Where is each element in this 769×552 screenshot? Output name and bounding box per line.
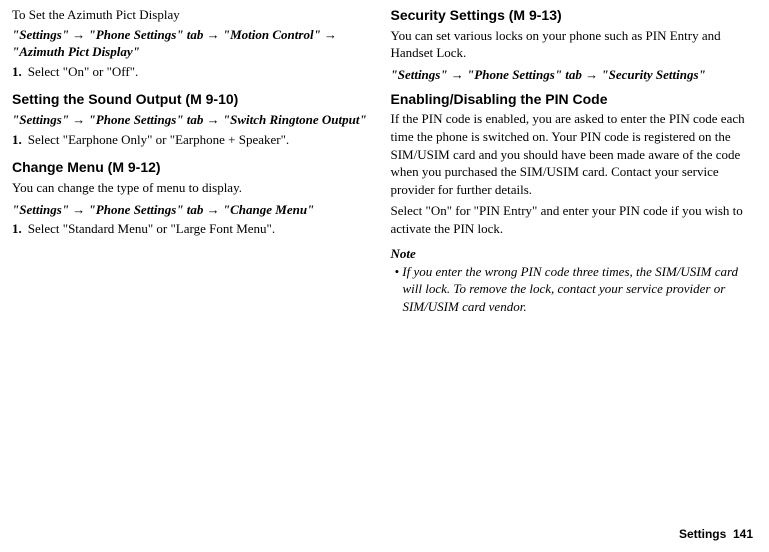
sound-step-text: Select "Earphone Only" or "Earphone + Sp… xyxy=(28,132,289,147)
menu-step-num: 1. xyxy=(12,221,28,236)
azimuth-step: 1.Select "On" or "Off". xyxy=(12,63,371,81)
pin-para-1: If the PIN code is enabled, you are aske… xyxy=(391,110,758,198)
page-footer: Settings 141 xyxy=(679,526,753,542)
sound-path: "Settings" → "Phone Settings" tab → "Swi… xyxy=(12,111,371,129)
azimuth-path: "Settings" → "Phone Settings" tab → "Mot… xyxy=(12,26,371,61)
sound-title: Setting the Sound Output xyxy=(12,91,182,107)
menu-title: Change Menu xyxy=(12,159,104,175)
menu-step: 1.Select "Standard Menu" or "Large Font … xyxy=(12,220,371,238)
sound-heading: Setting the Sound Output (M 9-10) xyxy=(12,90,371,109)
menu-path: "Settings" → "Phone Settings" tab → "Cha… xyxy=(12,201,371,219)
right-column: Security Settings (M 9-13) You can set v… xyxy=(385,6,758,315)
note-body: • If you enter the wrong PIN code three … xyxy=(391,263,758,316)
security-title: Security Settings xyxy=(391,7,505,23)
left-column: To Set the Azimuth Pict Display "Setting… xyxy=(12,6,385,315)
azimuth-step-num: 1. xyxy=(12,64,28,79)
security-intro: You can set various locks on your phone … xyxy=(391,27,758,62)
azimuth-title: To Set the Azimuth Pict Display xyxy=(12,6,371,24)
sound-step-num: 1. xyxy=(12,132,28,147)
menu-heading: Change Menu (M 9-12) xyxy=(12,158,371,177)
security-heading: Security Settings (M 9-13) xyxy=(391,6,758,25)
sound-step: 1.Select "Earphone Only" or "Earphone + … xyxy=(12,131,371,149)
pin-heading: Enabling/Disabling the PIN Code xyxy=(391,90,758,109)
security-path: "Settings" → "Phone Settings" tab → "Sec… xyxy=(391,66,758,84)
page: To Set the Azimuth Pict Display "Setting… xyxy=(0,0,769,315)
sound-mtag: (M 9-10) xyxy=(185,91,238,107)
menu-mtag: (M 9-12) xyxy=(108,159,161,175)
pin-para-2: Select "On" for "PIN Entry" and enter yo… xyxy=(391,202,758,237)
azimuth-step-text: Select "On" or "Off". xyxy=(28,64,139,79)
menu-intro: You can change the type of menu to displ… xyxy=(12,179,371,197)
footer-section: Settings xyxy=(679,527,726,541)
footer-page: 141 xyxy=(733,527,753,541)
menu-step-text: Select "Standard Menu" or "Large Font Me… xyxy=(28,221,275,236)
note-label: Note xyxy=(391,245,758,263)
security-mtag: (M 9-13) xyxy=(509,7,562,23)
